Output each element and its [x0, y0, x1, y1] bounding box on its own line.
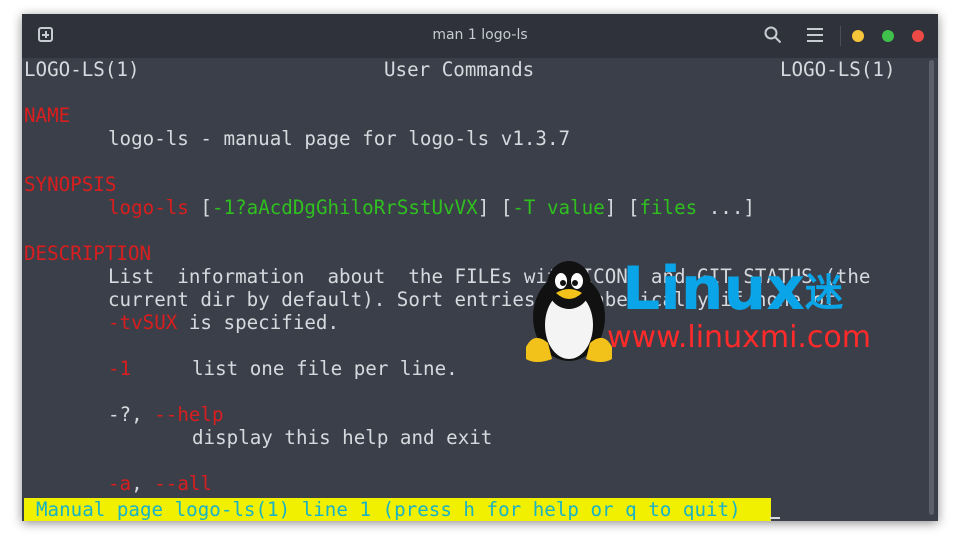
help-long-flag: --help [154, 403, 224, 426]
title-bar: man 1 logo-ls [22, 14, 938, 58]
search-icon[interactable] [764, 26, 782, 44]
scrollbar[interactable] [929, 60, 934, 515]
maximize-button[interactable] [882, 30, 894, 42]
description-option: -tvSUX [108, 311, 178, 334]
synopsis-options: -1?aAcdDgGhiloRrSstUvVX [211, 196, 478, 219]
all-long-flag: --all [154, 472, 212, 495]
description-text: is specified. [177, 311, 340, 334]
help-short-flag: -?, [108, 403, 155, 426]
name-heading: NAME [24, 104, 71, 127]
synopsis-files: files [639, 196, 698, 219]
option-1-flag: -1 [108, 357, 132, 380]
synopsis-bracket: [ [188, 196, 212, 219]
help-option-line: -?, --help [108, 403, 224, 426]
window-title: man 1 logo-ls [432, 27, 528, 43]
watermark-brand: Linux迷 [622, 254, 843, 324]
synopsis-line: logo-ls [-1?aAcdDgGhiloRrSstUvVX] [-T va… [108, 196, 755, 219]
synopsis-bracket: ] [ [477, 196, 513, 219]
tux-penguin-icon [526, 261, 612, 362]
hamburger-menu-icon[interactable] [807, 28, 823, 42]
synopsis-ellipsis: ...] [697, 196, 755, 219]
terminal-cursor [770, 517, 780, 519]
all-option-line: -a, --all [108, 472, 212, 495]
description-heading: DESCRIPTION [24, 242, 152, 265]
all-short-flag: -a [108, 472, 132, 495]
synopsis-command: logo-ls [108, 196, 189, 219]
description-line-3: -tvSUX is specified. [108, 311, 339, 334]
synopsis-t-option: -T value [512, 196, 605, 219]
synopsis-bracket: ] [ [604, 196, 640, 219]
all-separator: , [131, 472, 155, 495]
man-header-center: User Commands [384, 58, 535, 81]
titlebar-separator [840, 26, 841, 46]
option-1-description: list one file per line. [192, 357, 458, 380]
pager-status-bar: Manual page logo-ls(1) line 1 (press h f… [24, 498, 771, 521]
man-header-left: LOGO-LS(1) [24, 58, 140, 81]
name-description: logo-ls - manual page for logo-ls v1.3.7 [108, 127, 571, 150]
help-option-description: display this help and exit [192, 426, 493, 449]
pager-status-text: Manual page logo-ls(1) line 1 (press h f… [36, 498, 741, 521]
watermark: Linux迷 www.linuxmi.com [522, 254, 871, 370]
watermark-url: www.linuxmi.com [607, 320, 872, 355]
synopsis-heading: SYNOPSIS [24, 173, 117, 196]
close-button[interactable] [912, 30, 924, 42]
man-header-right: LOGO-LS(1) [780, 58, 896, 81]
minimize-button[interactable] [852, 30, 864, 42]
